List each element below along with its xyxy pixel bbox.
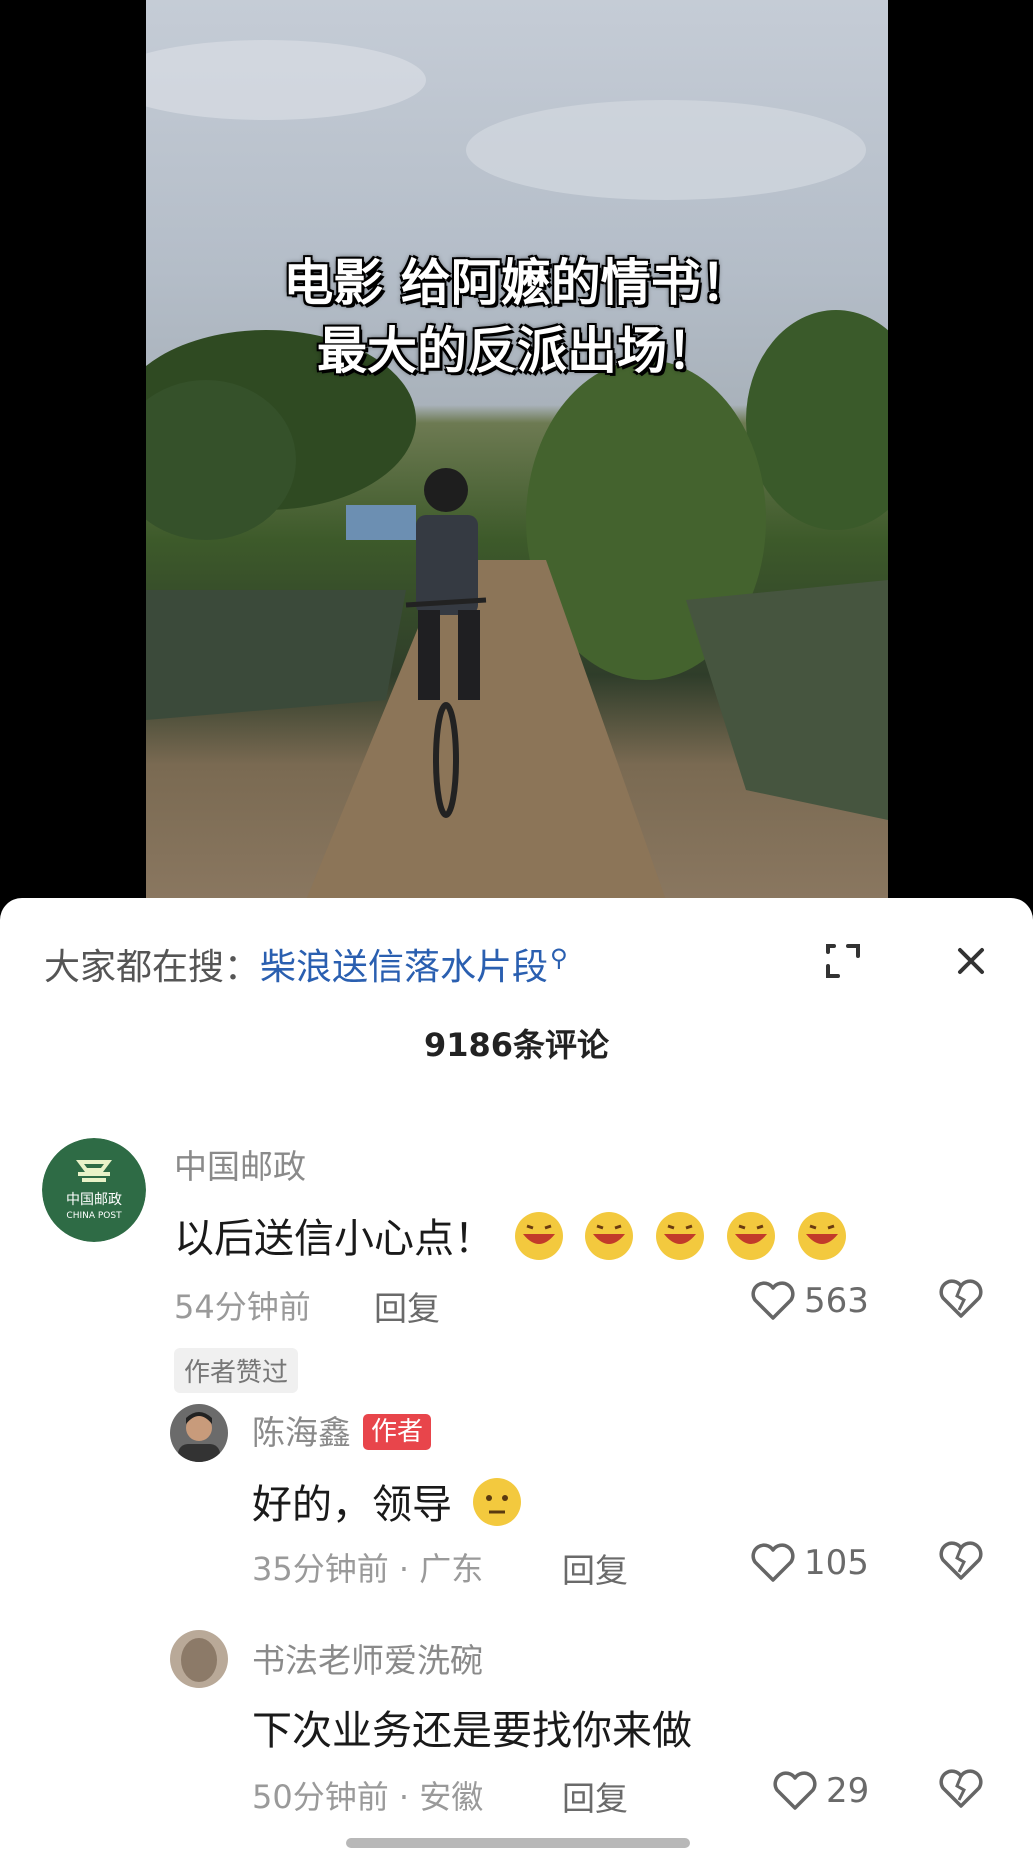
like-count: 29 xyxy=(826,1771,870,1811)
awkward-emoji-icon xyxy=(472,1478,521,1526)
like-count: 563 xyxy=(804,1281,869,1321)
author-badge: 作者 xyxy=(363,1414,432,1450)
like-count: 105 xyxy=(804,1543,869,1583)
heart-icon xyxy=(773,1771,817,1810)
video-frame xyxy=(146,40,888,900)
reply-text: 好的，领导 xyxy=(252,1472,523,1530)
reply-time-location: 35分钟前 · 广东 xyxy=(252,1550,484,1588)
reply-text: 下次业务还是要找你来做 xyxy=(252,1708,692,1754)
laughing-emoji-icon xyxy=(514,1212,563,1260)
laughing-emoji-icon xyxy=(585,1212,634,1260)
search-icon: ⚲ xyxy=(550,944,568,972)
laughing-emoji-icon xyxy=(656,1212,705,1260)
reply-button[interactable]: 回复 xyxy=(374,1282,440,1330)
reply-time-location: 50分钟前 · 安徽 xyxy=(252,1778,484,1816)
reply-username[interactable]: 书法老师爱洗碗 xyxy=(252,1634,483,1682)
home-indicator[interactable] xyxy=(346,1838,690,1848)
like-button[interactable]: 563 xyxy=(750,1276,869,1326)
avatar-author[interactable] xyxy=(170,1404,228,1462)
video-caption-line2: 最大的反派出场！ xyxy=(317,321,717,380)
reply-text-body: 好的，领导 xyxy=(252,1482,452,1528)
author-liked-tag: 作者赞过 xyxy=(174,1348,299,1393)
broken-heart-icon xyxy=(939,1541,983,1580)
trending-search-keyword[interactable]: 柴浪送信落水片段 xyxy=(260,947,548,988)
broken-heart-icon xyxy=(939,1279,983,1318)
trending-search[interactable]: 大家都在搜：柴浪送信落水片段⚲ xyxy=(44,938,568,990)
expand-icon[interactable] xyxy=(820,938,866,984)
avatar-china-post-text: 中国邮政 xyxy=(66,1192,122,1208)
heart-icon xyxy=(751,1281,795,1320)
dislike-button[interactable] xyxy=(938,1278,984,1324)
comment-username[interactable]: 中国邮政 xyxy=(174,1140,306,1188)
heart-icon xyxy=(751,1543,795,1582)
like-button[interactable]: 105 xyxy=(750,1538,869,1588)
avatar-user[interactable] xyxy=(170,1630,228,1688)
avatar-china-post-subtext: CHINA POST xyxy=(66,1211,122,1221)
reply-button[interactable]: 回复 xyxy=(562,1544,628,1592)
avatar-china-post[interactable]: 中国邮政 CHINA POST xyxy=(42,1138,146,1242)
comment-count: 9186条评论 xyxy=(423,1026,610,1064)
comment-text-body: 以后送信小心点！ xyxy=(174,1216,494,1262)
broken-heart-icon xyxy=(939,1769,983,1808)
comment-sheet: 大家都在搜：柴浪送信落水片段⚲ 9186条评论 中国邮政 CHINA POST … xyxy=(0,898,1033,1864)
reply-button[interactable]: 回复 xyxy=(562,1772,628,1820)
close-icon[interactable] xyxy=(948,938,994,984)
video-caption-line1: 电影 给阿嬷的情书！ xyxy=(283,253,751,312)
like-button[interactable]: 29 xyxy=(772,1766,869,1816)
comment-time: 54分钟前 xyxy=(174,1288,311,1326)
dislike-button[interactable] xyxy=(938,1540,984,1586)
reply-username[interactable]: 陈海鑫 作者 xyxy=(252,1406,432,1454)
laughing-emoji-icon xyxy=(797,1212,846,1260)
video-player[interactable]: 电影 给阿嬷的情书！ 最大的反派出场！ xyxy=(146,0,888,900)
reply-username-text: 陈海鑫 xyxy=(252,1413,351,1452)
laughing-emoji-icon xyxy=(726,1212,775,1260)
dislike-button[interactable] xyxy=(938,1768,984,1814)
comment-text: 以后送信小心点！ xyxy=(174,1206,848,1264)
trending-search-label: 大家都在搜： xyxy=(44,947,261,988)
